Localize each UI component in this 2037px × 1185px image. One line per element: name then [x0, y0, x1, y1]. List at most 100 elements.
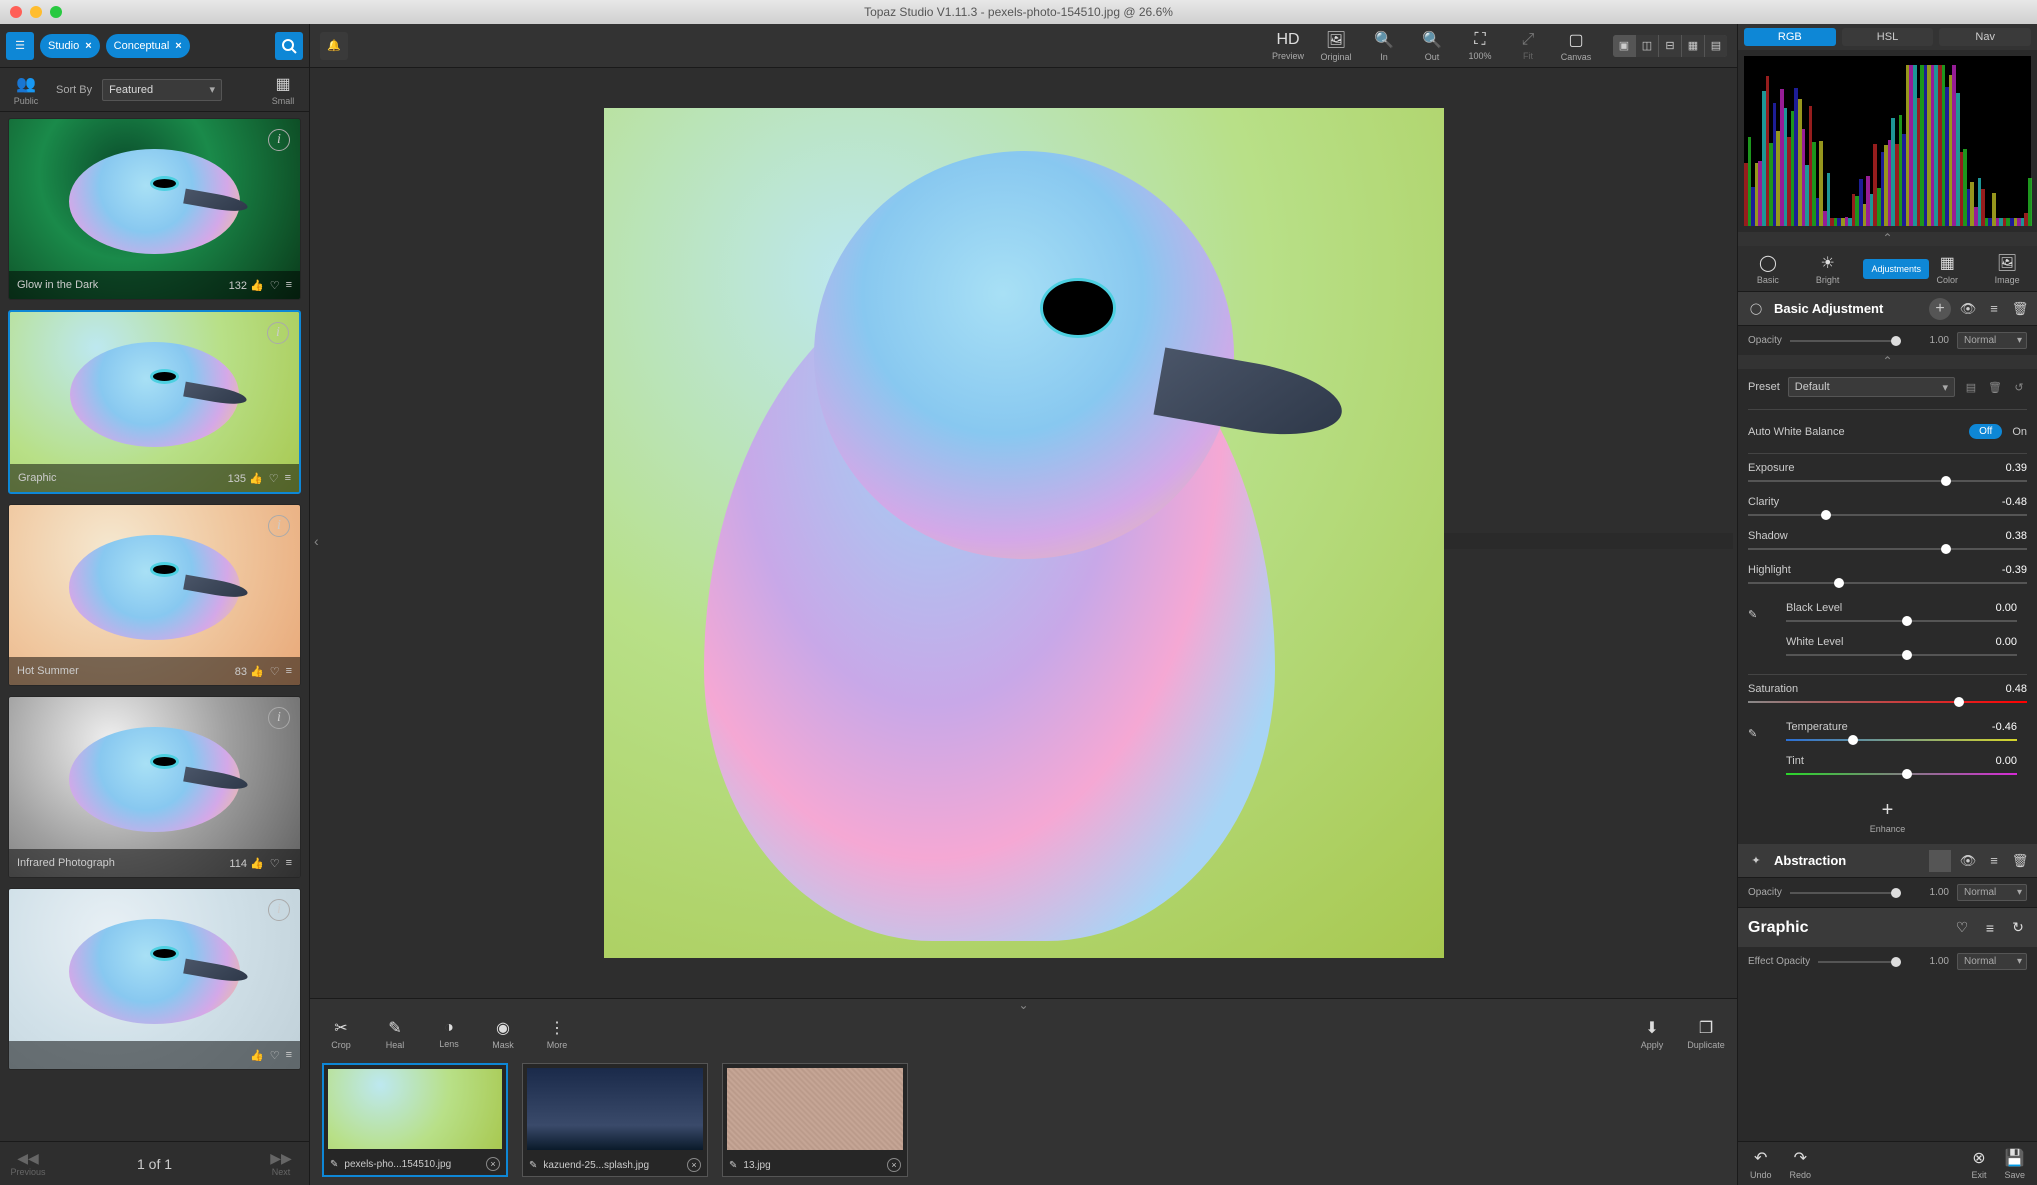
mode-basic[interactable]: ◯Basic [1744, 253, 1792, 285]
original-button[interactable]: 🖼Original [1317, 30, 1355, 62]
slider[interactable] [1786, 739, 2017, 741]
tab-rgb[interactable]: RGB [1744, 28, 1836, 46]
crop-button[interactable]: ✂Crop [322, 1018, 360, 1050]
mode-image[interactable]: 🖼Image [1983, 253, 2031, 285]
heart-icon[interactable]: ♡ [270, 279, 280, 292]
save-button[interactable]: 💾Save [2004, 1148, 2025, 1180]
prev-button[interactable]: ◀◀Previous [10, 1150, 46, 1177]
canvas-image[interactable] [604, 108, 1444, 958]
reset-icon[interactable]: ↻ [2009, 919, 2027, 936]
close-icon[interactable]: × [85, 40, 91, 52]
slider[interactable] [1748, 480, 2027, 482]
tab-hsl[interactable]: HSL [1842, 28, 1934, 46]
heart-icon[interactable]: ♡ [270, 857, 280, 870]
sort-select[interactable]: Featured [102, 79, 222, 101]
basic-adjustment-header[interactable]: ◯ Basic Adjustment + 👁 ≡ 🗑 [1738, 292, 2037, 326]
preset-item[interactable]: i 👍♡≡ [8, 888, 301, 1070]
window-controls[interactable] [10, 6, 62, 18]
filmstrip-item[interactable]: ✎pexels-pho...154510.jpg× [322, 1063, 508, 1177]
zoom-100-button[interactable]: ⛶100% [1461, 31, 1499, 61]
delete-icon[interactable]: 🗑 [2011, 301, 2029, 317]
heart-icon[interactable]: ♡ [270, 665, 280, 678]
awb-toggle[interactable]: Off [1969, 424, 2002, 439]
preset-item[interactable]: i Graphic135 👍♡≡ [8, 310, 301, 494]
mask-button[interactable]: ◉Mask [484, 1018, 522, 1050]
heal-button[interactable]: ✎Heal [376, 1018, 414, 1050]
notifications-icon[interactable]: 🔔 [320, 32, 348, 60]
slider[interactable] [1748, 548, 2027, 550]
add-adjustment-button[interactable]: + [1929, 298, 1951, 320]
panel-grip-right[interactable]: › [1433, 533, 1733, 549]
histogram-tabs[interactable]: RGB HSL Nav [1738, 24, 2037, 50]
menu-icon[interactable]: ≡ [286, 665, 292, 677]
public-toggle[interactable]: 👥Public [6, 74, 46, 106]
slider[interactable] [1748, 701, 2027, 703]
slider[interactable] [1748, 582, 2027, 584]
redo-button[interactable]: ↷Redo [1790, 1148, 1812, 1180]
mode-bright[interactable]: ☀Bright [1804, 253, 1852, 285]
abstraction-header[interactable]: ✦ Abstraction 👁 ≡ 🗑 [1738, 844, 2037, 878]
panel-grip-left[interactable]: ‹ [314, 533, 624, 549]
fit-button[interactable]: ⤢Fit [1509, 31, 1547, 61]
search-button[interactable] [275, 32, 303, 60]
zoom-out-button[interactable]: 🔍Out [1413, 30, 1451, 62]
preview-button[interactable]: HDPreview [1269, 31, 1307, 61]
filmstrip-item[interactable]: ✎13.jpg× [722, 1063, 908, 1177]
opacity-slider[interactable] [1790, 340, 1901, 342]
menu-icon[interactable]: ≡ [1981, 920, 1999, 936]
close-icon[interactable]: × [887, 1158, 901, 1172]
collapse-grip[interactable]: ⌃ [1738, 355, 2037, 369]
lens-button[interactable]: ◑Lens [430, 1019, 468, 1049]
menu-icon[interactable]: ≡ [1985, 853, 2003, 868]
visibility-icon[interactable]: 👁 [1959, 853, 1977, 869]
enhance-button[interactable]: +Enhance [1738, 789, 2037, 844]
close-icon[interactable]: × [687, 1158, 701, 1172]
eyedropper-icon[interactable]: ✎ [1748, 609, 1757, 621]
favorite-icon[interactable]: ♡ [1953, 919, 1971, 936]
blend-select[interactable]: Normal [1957, 332, 2027, 349]
slider[interactable] [1786, 620, 2017, 622]
duplicate-button[interactable]: ❐Duplicate [1687, 1018, 1725, 1050]
preset-select[interactable]: Default [1788, 377, 1955, 397]
menu-button[interactable]: ☰ [6, 32, 34, 60]
close-icon[interactable]: × [486, 1157, 500, 1171]
eyedropper-icon[interactable]: ✎ [1748, 728, 1757, 740]
filmstrip-item[interactable]: ✎kazuend-25...splash.jpg× [522, 1063, 708, 1177]
delete-preset-icon[interactable]: 🗑 [1987, 381, 2003, 394]
reset-preset-icon[interactable]: ↺ [2011, 381, 2027, 394]
section-grip[interactable]: ⌃ [1738, 232, 2037, 246]
more-button[interactable]: ⋮More [538, 1018, 576, 1050]
info-icon[interactable]: i [267, 322, 289, 344]
preset-item[interactable]: i Hot Summer83 👍♡≡ [8, 504, 301, 686]
abstraction-blend-select[interactable]: Normal [1957, 884, 2027, 901]
info-icon[interactable]: i [268, 899, 290, 921]
menu-icon[interactable]: ≡ [1985, 301, 2003, 316]
undo-button[interactable]: ↶Undo [1750, 1148, 1772, 1180]
info-icon[interactable]: i [268, 515, 290, 537]
info-icon[interactable]: i [268, 129, 290, 151]
view-split-buttons[interactable]: ▣◫⊟▦▤ [1613, 35, 1727, 57]
heart-icon[interactable]: ♡ [269, 472, 279, 485]
menu-icon[interactable]: ≡ [286, 279, 292, 291]
delete-icon[interactable]: 🗑 [2011, 853, 2029, 869]
tab-nav[interactable]: Nav [1939, 28, 2031, 46]
bottom-panel-grip[interactable]: ⌄ [310, 999, 1737, 1013]
effect-opacity-slider[interactable] [1818, 961, 1901, 963]
save-preset-icon[interactable]: ▤ [1963, 381, 1979, 394]
visibility-icon[interactable]: 👁 [1959, 301, 1977, 317]
menu-icon[interactable]: ≡ [286, 857, 292, 869]
next-button[interactable]: ▶▶Next [263, 1150, 299, 1177]
mode-adjustments[interactable]: Adjustments [1863, 259, 1911, 279]
preset-item[interactable]: i Glow in the Dark132 👍♡≡ [8, 118, 301, 300]
apply-button[interactable]: ⬇Apply [1633, 1018, 1671, 1050]
exit-button[interactable]: ⊗Exit [1971, 1148, 1986, 1180]
menu-icon[interactable]: ≡ [285, 472, 291, 484]
heart-icon[interactable]: ♡ [270, 1049, 280, 1062]
slider[interactable] [1786, 654, 2017, 656]
filter-pill-studio[interactable]: Studio× [40, 34, 100, 58]
abstraction-opacity-slider[interactable] [1790, 892, 1901, 894]
effect-blend-select[interactable]: Normal [1957, 953, 2027, 970]
slider[interactable] [1748, 514, 2027, 516]
zoom-in-button[interactable]: 🔍In [1365, 30, 1403, 62]
thumb-size-toggle[interactable]: ▦Small [263, 74, 303, 106]
